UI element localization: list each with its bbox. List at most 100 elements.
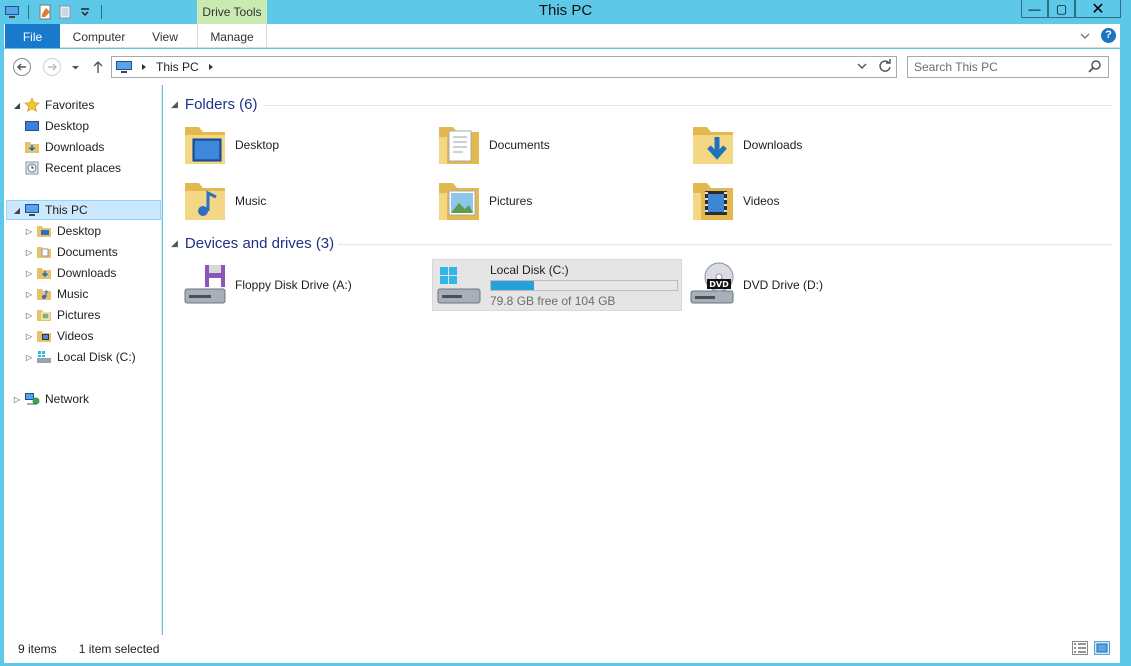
navigation-pane[interactable]: ◢ Favorites Desktop Downloads Recent pla… — [4, 85, 162, 635]
view-switcher — [1072, 641, 1110, 655]
explorer-window: Drive Tools This PC — ▢ ✕ File Computer … — [0, 0, 1131, 666]
folders-group-header[interactable]: ◢ Folders (6) — [171, 96, 257, 113]
drive-local-disk-info: Local Disk (C:) 79.8 GB free of 104 GB — [490, 263, 678, 308]
collapsed-arrow-icon[interactable]: ▷ — [24, 269, 34, 278]
nav-recent-places[interactable]: Recent places — [24, 158, 121, 178]
local-disk-icon — [37, 351, 51, 363]
status-item-count: 9 items — [18, 642, 57, 656]
desktop-icon — [25, 121, 39, 131]
collapsed-arrow-icon[interactable]: ▷ — [24, 311, 34, 320]
nav-this-pc-documents-label: Documents — [57, 245, 118, 259]
forward-button[interactable] — [43, 58, 61, 76]
folder-videos-label: Videos — [743, 194, 780, 208]
collapse-group-icon[interactable]: ◢ — [171, 238, 178, 249]
folder-documents[interactable]: Documents — [435, 119, 685, 171]
downloads-folder-icon — [693, 127, 733, 164]
desktop-folder-icon — [185, 127, 225, 164]
nav-this-pc-music[interactable]: ▷ Music — [24, 284, 88, 304]
maximize-button[interactable]: ▢ — [1048, 0, 1075, 18]
details-view-button[interactable] — [1072, 641, 1088, 655]
content-pane[interactable]: ◢ Folders (6) Desktop Documents Download… — [163, 85, 1120, 635]
nav-this-pc-videos[interactable]: ▷ Videos — [24, 326, 94, 346]
nav-this-pc-desktop-label: Desktop — [57, 224, 102, 238]
help-button[interactable]: ? — [1101, 28, 1116, 43]
music-folder-icon — [185, 183, 225, 220]
breadcrumb-chevron-icon[interactable] — [140, 63, 148, 71]
details-view-icon — [1074, 643, 1086, 653]
breadcrumb-chevron-icon[interactable] — [207, 63, 215, 71]
window-controls: — ▢ ✕ — [1021, 0, 1121, 18]
folder-pictures[interactable]: Pictures — [435, 175, 685, 227]
refresh-icon[interactable] — [878, 59, 892, 73]
search-icon[interactable] — [1088, 59, 1102, 73]
folder-downloads[interactable]: Downloads — [689, 119, 939, 171]
nav-this-pc-pictures-label: Pictures — [57, 308, 101, 322]
downloads-folder-icon — [37, 268, 51, 279]
nav-favorites-downloads[interactable]: Downloads — [24, 137, 104, 157]
expanded-arrow-icon[interactable]: ◢ — [12, 101, 22, 110]
collapsed-arrow-icon[interactable]: ▷ — [24, 353, 34, 362]
address-history-chevron-icon[interactable] — [856, 59, 868, 73]
breadcrumb-this-pc[interactable]: This PC — [156, 60, 199, 74]
drive-dvd[interactable]: DVD DVD Drive (D:) — [689, 259, 939, 311]
drive-local-disk-c[interactable]: Local Disk (C:) 79.8 GB free of 104 GB — [432, 259, 682, 311]
tab-manage[interactable]: Manage — [197, 24, 267, 48]
large-icons-view-icon — [1096, 643, 1108, 653]
search-placeholder: Search This PC — [914, 60, 998, 74]
tab-view[interactable]: View — [138, 24, 192, 48]
folder-music-label: Music — [235, 194, 267, 208]
pictures-folder-icon — [37, 310, 51, 321]
ribbon-right-controls: ? — [1079, 28, 1116, 43]
nav-this-pc-pictures[interactable]: ▷ Pictures — [24, 305, 100, 325]
dvd-drive-icon: DVD — [690, 262, 734, 304]
nav-favorites-desktop[interactable]: Desktop — [24, 116, 89, 136]
title-bar[interactable]: Drive Tools This PC — ▢ ✕ — [0, 0, 1131, 24]
folder-music[interactable]: Music — [181, 175, 431, 227]
navigation-bar: This PC Search This PC — [4, 49, 1120, 85]
devices-group-header[interactable]: ◢ Devices and drives (3) — [171, 235, 334, 252]
nav-this-pc[interactable]: ◢ This PC — [6, 200, 161, 220]
nav-this-pc-local-disk-label: Local Disk (C:) — [57, 350, 136, 364]
folder-desktop[interactable]: Desktop — [181, 119, 431, 171]
nav-this-pc-documents[interactable]: ▷ Documents — [24, 242, 118, 262]
nav-this-pc-local-disk[interactable]: ▷ Local Disk (C:) — [24, 347, 136, 367]
back-button[interactable] — [13, 58, 31, 76]
floppy-drive-icon — [184, 265, 226, 304]
documents-folder-icon — [37, 247, 51, 258]
collapsed-arrow-icon[interactable]: ▷ — [24, 227, 34, 236]
status-selection-count: 1 item selected — [78, 642, 160, 656]
large-icons-view-button[interactable] — [1094, 641, 1110, 655]
videos-folder-icon — [693, 183, 733, 220]
collapsed-arrow-icon[interactable]: ▷ — [24, 290, 34, 299]
collapsed-arrow-icon[interactable]: ▷ — [12, 395, 22, 404]
recent-locations-chevron-icon[interactable] — [71, 64, 80, 72]
tab-file[interactable]: File — [5, 24, 60, 48]
expand-ribbon-chevron-icon[interactable] — [1079, 30, 1091, 42]
close-button[interactable]: ✕ — [1075, 0, 1121, 18]
folders-group-title: Folders (6) — [184, 96, 258, 113]
collapse-group-icon[interactable]: ◢ — [171, 99, 178, 110]
disk-usage-fill — [491, 280, 535, 290]
nav-this-pc-downloads[interactable]: ▷ Downloads — [24, 263, 116, 283]
nav-network[interactable]: ▷ Network — [12, 389, 89, 409]
address-bar[interactable]: This PC — [111, 56, 897, 78]
ribbon: File Computer View Manage ? — [4, 24, 1120, 48]
up-arrow-icon[interactable] — [92, 60, 104, 74]
collapsed-arrow-icon[interactable]: ▷ — [24, 248, 34, 257]
folder-videos[interactable]: Videos — [689, 175, 939, 227]
collapsed-arrow-icon[interactable]: ▷ — [24, 332, 34, 341]
nav-favorites-desktop-label: Desktop — [45, 119, 90, 133]
downloads-icon — [25, 142, 39, 153]
recent-places-icon — [25, 161, 39, 175]
nav-favorites[interactable]: ◢ Favorites — [12, 95, 94, 115]
expanded-arrow-icon[interactable]: ◢ — [12, 206, 22, 215]
tab-computer[interactable]: Computer — [62, 24, 136, 48]
minimize-button[interactable]: — — [1021, 0, 1048, 18]
nav-favorites-downloads-label: Downloads — [45, 140, 105, 154]
drive-floppy[interactable]: Floppy Disk Drive (A:) — [181, 259, 431, 311]
nav-this-pc-label: This PC — [45, 203, 88, 217]
back-arrow-icon — [17, 63, 26, 71]
search-input[interactable]: Search This PC — [907, 56, 1109, 78]
nav-this-pc-desktop[interactable]: ▷ Desktop — [24, 221, 101, 241]
nav-this-pc-videos-label: Videos — [57, 329, 94, 343]
